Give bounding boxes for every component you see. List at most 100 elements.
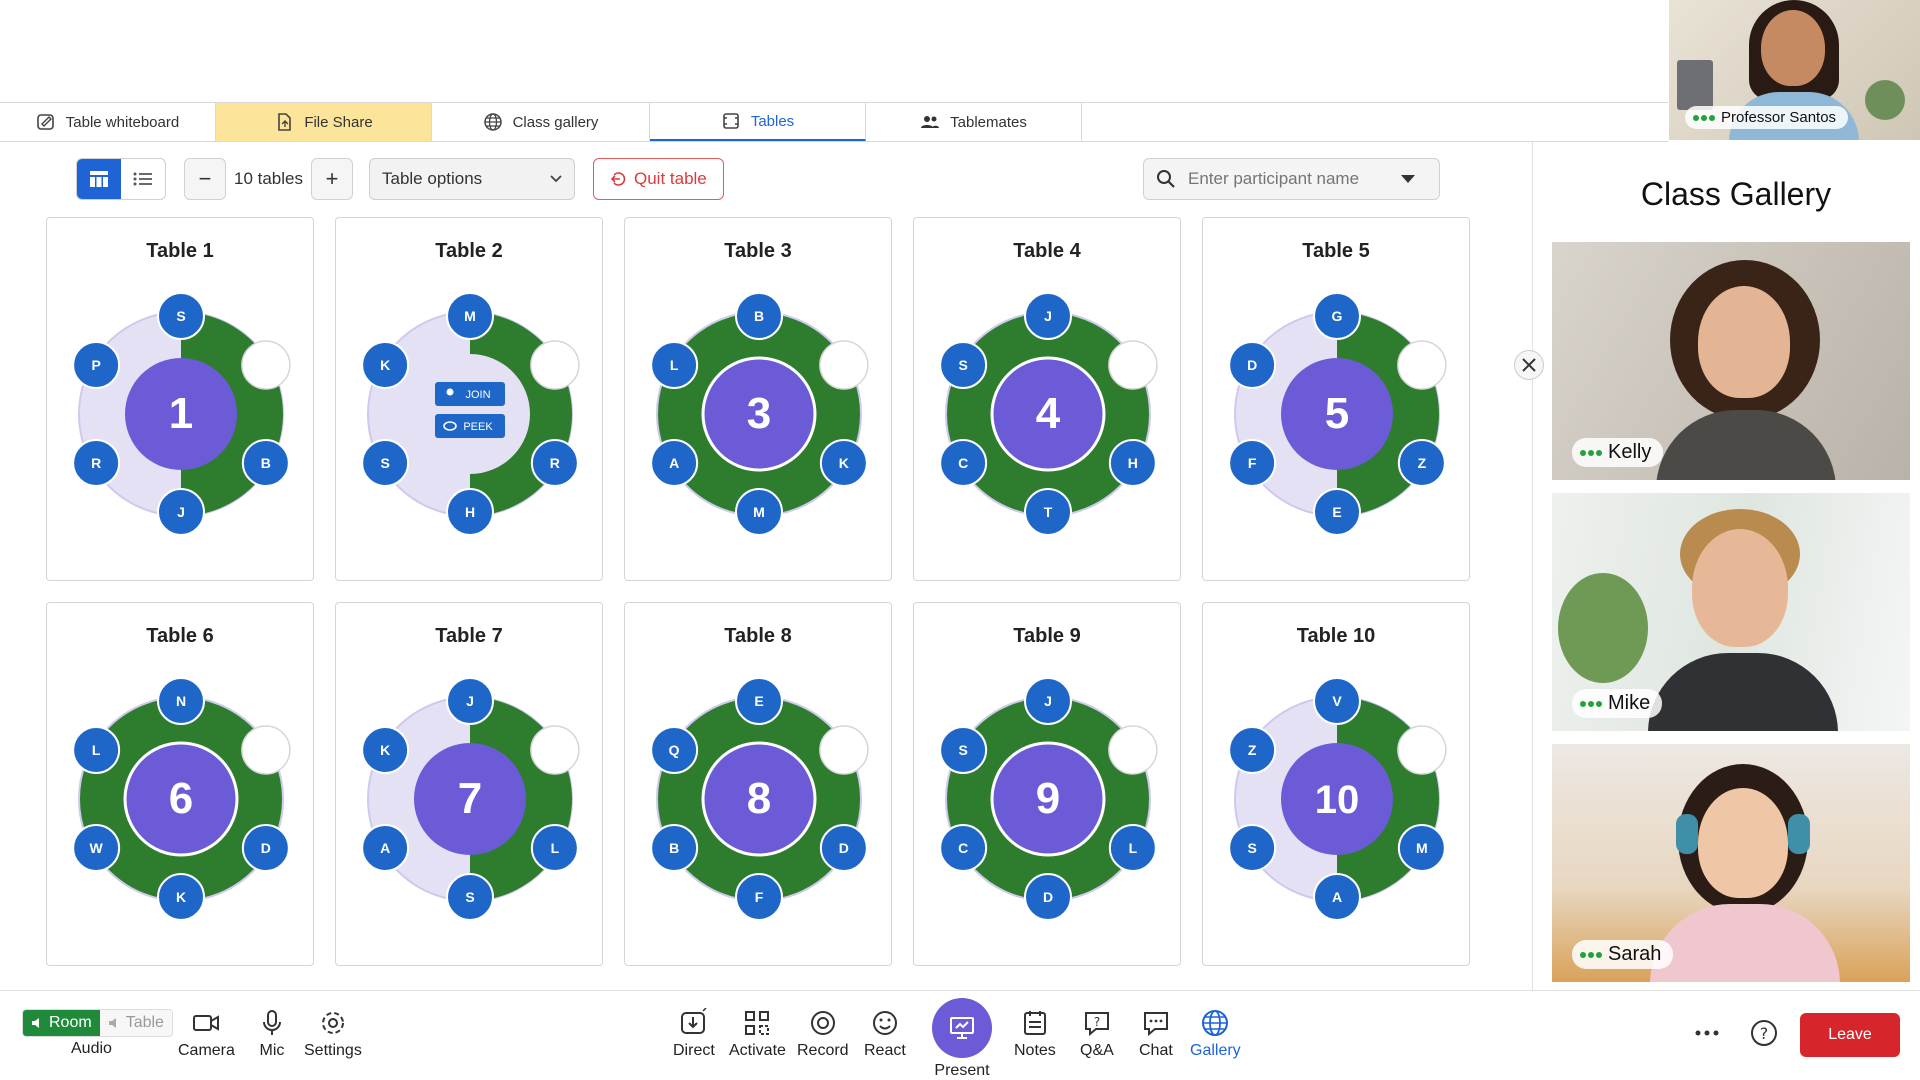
table-card[interactable]: Table 2 M R H S K JOIN PEEK bbox=[335, 217, 603, 581]
audio-label: Audio bbox=[71, 1040, 112, 1057]
audio-level-icon bbox=[1580, 951, 1602, 958]
search-icon bbox=[1157, 170, 1175, 188]
increase-tables-button[interactable]: + bbox=[311, 158, 353, 200]
seat-initial: R bbox=[91, 455, 101, 471]
empty-seat[interactable] bbox=[819, 725, 869, 775]
activate-button[interactable]: Activate bbox=[729, 1008, 786, 1060]
gallery-tile-mike[interactable]: Mike bbox=[1552, 493, 1910, 731]
table-card[interactable]: Table 10 10 V M A S Z bbox=[1202, 602, 1470, 966]
direct-button[interactable]: Direct bbox=[673, 1008, 715, 1060]
seat-initial: K bbox=[380, 357, 390, 373]
table-card[interactable]: Table 6 6 N D K W L bbox=[46, 602, 314, 966]
qr-code-icon bbox=[745, 1011, 770, 1035]
empty-seat[interactable] bbox=[530, 725, 580, 775]
mic-icon bbox=[263, 1010, 281, 1035]
audio-table-button[interactable]: Table bbox=[99, 1010, 172, 1036]
participant-name-tag: Sarah bbox=[1572, 940, 1674, 969]
whiteboard-icon bbox=[36, 114, 54, 130]
tab-label: Tablemates bbox=[950, 113, 1027, 131]
help-button[interactable]: ? bbox=[1749, 1018, 1779, 1048]
empty-seat[interactable] bbox=[1108, 340, 1158, 390]
participant-search bbox=[1143, 158, 1440, 200]
peek-table-button[interactable]: PEEK bbox=[435, 414, 505, 438]
settings-button[interactable]: Settings bbox=[304, 1008, 362, 1060]
table-number: 7 bbox=[458, 774, 482, 823]
table-card[interactable]: Table 1 1 S B J R P bbox=[46, 217, 314, 581]
table-card[interactable]: Table 9 9 J L D C S bbox=[913, 602, 1181, 966]
audio-room-button[interactable]: Room bbox=[23, 1010, 100, 1036]
decrease-tables-button[interactable]: − bbox=[184, 158, 226, 200]
join-table-button[interactable]: JOIN bbox=[435, 382, 505, 406]
more-options-button[interactable] bbox=[1692, 1018, 1722, 1048]
table-options-select[interactable]: Table options bbox=[369, 158, 575, 200]
activate-label: Activate bbox=[729, 1042, 786, 1059]
table-title: Table 2 bbox=[435, 240, 503, 262]
tab-class-gallery[interactable]: Class gallery bbox=[432, 103, 650, 141]
participant-face bbox=[1698, 788, 1788, 898]
table-card[interactable]: Table 7 7 J L S A K bbox=[335, 602, 603, 966]
empty-seat[interactable] bbox=[1108, 725, 1158, 775]
camera-button[interactable]: Camera bbox=[178, 1008, 235, 1060]
empty-seat[interactable] bbox=[1397, 725, 1447, 775]
tab-label: Table whiteboard bbox=[65, 113, 180, 131]
react-button[interactable]: React bbox=[864, 1008, 906, 1060]
caret-down-icon[interactable] bbox=[1400, 174, 1416, 184]
panel-divider bbox=[1532, 142, 1533, 990]
gear-icon bbox=[321, 1012, 344, 1034]
seat-initial: C bbox=[958, 840, 968, 856]
leave-button[interactable]: Leave bbox=[1800, 1013, 1900, 1057]
tab-tables[interactable]: Tables bbox=[650, 103, 866, 141]
table-figure: 7 J L S A K bbox=[361, 677, 580, 921]
notes-label: Notes bbox=[1014, 1042, 1056, 1059]
tab-tablemates[interactable]: Tablemates bbox=[866, 103, 1082, 141]
settings-label: Settings bbox=[304, 1042, 362, 1059]
participant-name: Mike bbox=[1608, 692, 1651, 714]
seat-initial: J bbox=[1044, 308, 1052, 324]
empty-seat[interactable] bbox=[1397, 340, 1447, 390]
table-options-label: Table options bbox=[382, 169, 483, 188]
table-card[interactable]: Table 3 3 B K M A L bbox=[624, 217, 892, 581]
seat-initial: L bbox=[92, 742, 101, 758]
seat-initial: V bbox=[1332, 693, 1342, 709]
tab-file-share[interactable]: File Share bbox=[216, 103, 432, 141]
gallery-tile-kelly[interactable]: Kelly bbox=[1552, 242, 1910, 480]
gallery-tile-sarah[interactable]: Sarah bbox=[1552, 744, 1910, 982]
svg-text:?: ? bbox=[1760, 1024, 1769, 1043]
view-toggle bbox=[76, 158, 166, 200]
tab-table-whiteboard[interactable]: Table whiteboard bbox=[0, 103, 216, 141]
table-number: 8 bbox=[747, 774, 771, 823]
direct-label: Direct bbox=[673, 1042, 715, 1059]
table-card[interactable]: Table 8 8 E D F B Q bbox=[624, 602, 892, 966]
gallery-button[interactable]: Gallery bbox=[1190, 1008, 1241, 1060]
audio-level-icon bbox=[1580, 449, 1602, 456]
seat-initial: L bbox=[551, 840, 560, 856]
present-button[interactable]: Present bbox=[932, 998, 992, 1080]
mic-button[interactable]: Mic bbox=[257, 1008, 287, 1060]
qa-button[interactable]: ? Q&A bbox=[1080, 1008, 1114, 1060]
grid-view-button[interactable] bbox=[77, 159, 121, 199]
table-card[interactable]: Table 5 5 G Z E F D bbox=[1202, 217, 1470, 581]
globe-icon bbox=[1202, 1010, 1229, 1036]
headphones-icon bbox=[1676, 814, 1698, 854]
table-figure: M R H S K JOIN PEEK bbox=[361, 292, 580, 536]
seat-initial: E bbox=[1332, 504, 1341, 520]
chat-button[interactable]: Chat bbox=[1139, 1008, 1173, 1060]
audio-level-icon bbox=[1693, 114, 1715, 121]
present-label: Present bbox=[934, 1062, 990, 1079]
notes-button[interactable]: Notes bbox=[1014, 1008, 1056, 1060]
seat-initial: K bbox=[176, 889, 186, 905]
chevron-down-icon bbox=[550, 175, 562, 183]
seat-initial: M bbox=[1416, 840, 1428, 856]
close-gallery-button[interactable] bbox=[1514, 350, 1544, 380]
participant-search-input[interactable] bbox=[1188, 169, 1388, 189]
list-view-button[interactable] bbox=[121, 159, 165, 199]
seat-initial: K bbox=[380, 742, 390, 758]
empty-seat[interactable] bbox=[819, 340, 869, 390]
empty-seat[interactable] bbox=[241, 340, 291, 390]
empty-seat[interactable] bbox=[241, 725, 291, 775]
table-card[interactable]: Table 4 4 J H T C S bbox=[913, 217, 1181, 581]
audio-level-icon bbox=[1580, 700, 1602, 707]
quit-table-button[interactable]: Quit table bbox=[593, 158, 724, 200]
empty-seat[interactable] bbox=[530, 340, 580, 390]
record-button[interactable]: Record bbox=[797, 1008, 849, 1060]
